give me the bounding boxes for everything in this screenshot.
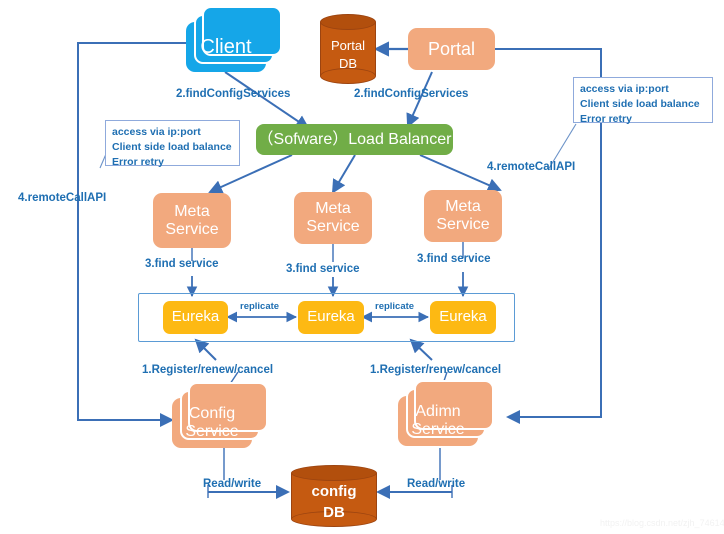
label-find-service-1: 3.find service [145, 258, 219, 270]
node-meta-service-2-line1: Meta [315, 200, 351, 218]
config-db-top [291, 465, 377, 481]
note-left: access via ip:port Client side load bala… [105, 120, 240, 168]
node-admin-service[interactable]: Adimn Service [398, 380, 494, 446]
node-meta-service-2-line2: Service [306, 218, 360, 235]
note-left-line2: Client side load balance [112, 141, 232, 154]
node-meta-service-2[interactable]: Meta Service [294, 192, 372, 244]
note-right: access via ip:port Client side load bala… [573, 77, 713, 125]
label-replicate-2: replicate [375, 301, 415, 312]
portal-db-label-line1: Portal [331, 38, 365, 53]
node-client[interactable]: Client [186, 6, 282, 72]
node-client-label: Client [200, 35, 252, 58]
node-eureka-3-label: Eureka [439, 308, 487, 326]
label-remote-call-api-right: 4.remoteCallAPI [487, 161, 576, 173]
config-db-label-line2: DB [323, 504, 345, 521]
node-eureka-2[interactable]: Eureka [298, 301, 364, 334]
label-find-config-services-left: 2.findConfigServices [176, 88, 291, 100]
node-meta-service-1[interactable]: Meta Service [153, 193, 231, 248]
portal-db-top [320, 14, 376, 30]
label-remote-call-api-left: 4.remoteCallAPI [18, 192, 107, 204]
node-admin-service-line2: Service [411, 421, 465, 438]
node-eureka-1[interactable]: Eureka [163, 301, 228, 334]
note-right-line1: access via ip:port [580, 83, 669, 95]
label-find-service-2: 3.find service [286, 263, 360, 275]
label-replicate-1: replicate [240, 301, 280, 312]
node-eureka-3[interactable]: Eureka [430, 301, 496, 334]
node-meta-service-1-line2: Service [165, 220, 219, 238]
node-meta-service-3[interactable]: Meta Service [424, 190, 502, 242]
node-config-service-line2: Service [185, 423, 239, 440]
node-portal-label: Portal [427, 38, 476, 59]
watermark: https://blog.csdn.net/zjh_74614012 [600, 518, 724, 528]
node-config-service[interactable]: Config Service [172, 382, 268, 448]
label-register-left: 1.Register/renew/cancel [142, 364, 274, 376]
label-find-config-services-right: 2.findConfigServices [354, 88, 469, 100]
node-meta-service-1-line1: Meta [174, 202, 210, 220]
node-config-service-line1: Config [188, 405, 236, 423]
node-config-db[interactable]: config DB [291, 464, 377, 530]
node-eureka-1-label: Eureka [171, 308, 220, 326]
node-load-balancer-label: （Sofware）Load Balancer [257, 130, 452, 148]
label-register-right: 1.Register/renew/cancel [370, 364, 502, 376]
node-load-balancer[interactable]: （Sofware）Load Balancer [256, 124, 453, 155]
label-read-write-left: Read/write [203, 478, 262, 490]
node-eureka-2-label: Eureka [307, 308, 355, 326]
label-read-write-right: Read/write [407, 478, 466, 490]
note-right-line2: Client side load balance [580, 98, 700, 111]
note-right-line3: Error retry [580, 113, 632, 126]
node-portal[interactable]: Portal [408, 28, 495, 70]
node-admin-service-line1: Adimn [415, 403, 461, 421]
portal-db-label-line2: DB [338, 56, 358, 71]
note-left-line1: access via ip:port [112, 126, 201, 138]
node-meta-service-3-line1: Meta [445, 198, 481, 216]
node-meta-service-3-line2: Service [436, 216, 490, 233]
label-find-service-3: 3.find service [417, 253, 491, 265]
architecture-diagram: Client Portal DB Portal 2.findConfigServ… [0, 0, 724, 534]
node-portal-db[interactable]: Portal DB [320, 14, 376, 84]
note-left-line3: Error retry [112, 156, 164, 169]
config-db-label-line1: config [311, 483, 357, 500]
